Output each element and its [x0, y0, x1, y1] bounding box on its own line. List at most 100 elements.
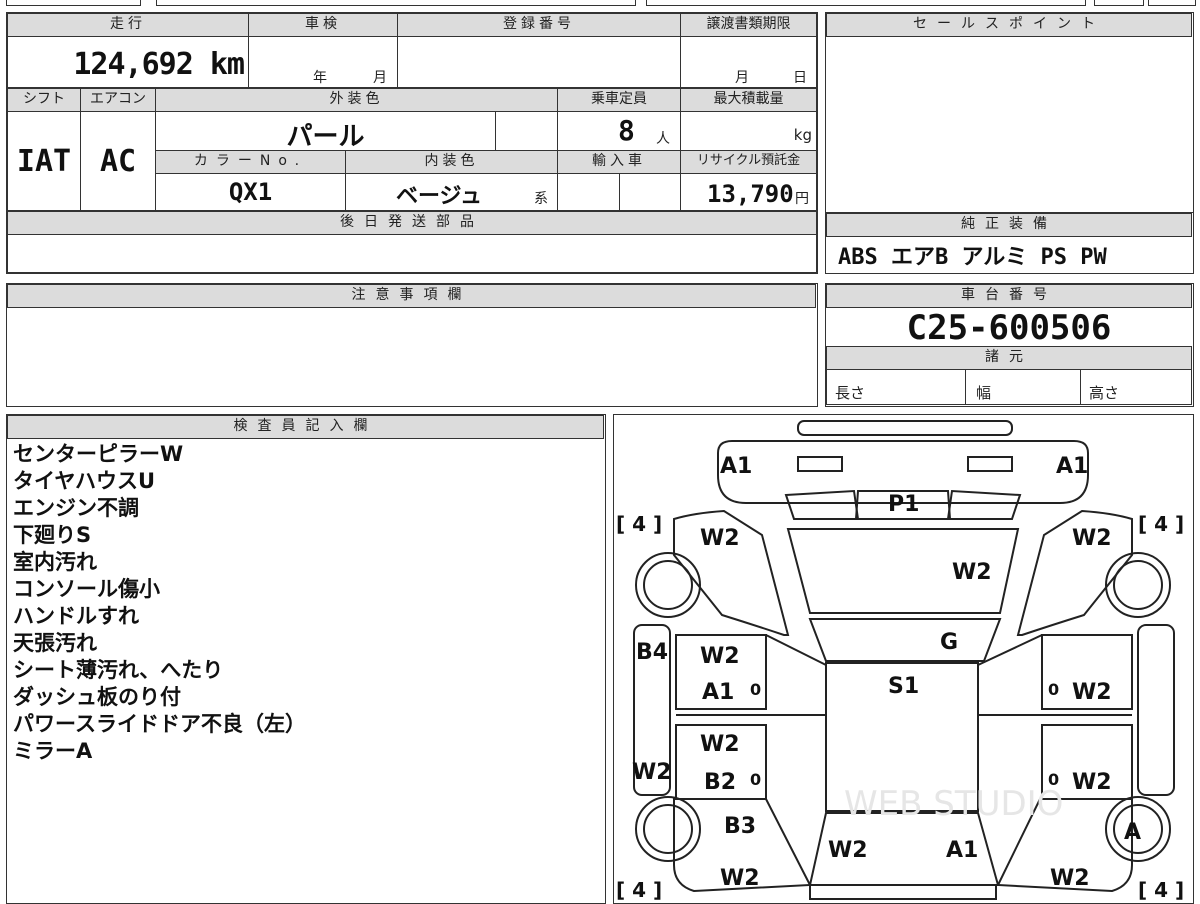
mark-door-right-rear: W2: [1072, 770, 1112, 795]
color-no-header: カラーNo.: [155, 150, 346, 174]
note-line: ミラーA: [13, 739, 93, 763]
sales-point-header: セールスポイント: [826, 13, 1192, 37]
recycle-value-cell: 13,790 円: [680, 173, 817, 211]
ac-header: エアコン: [80, 88, 156, 112]
max-load-header: 最大積載量: [680, 88, 817, 112]
length-cell: 長さ: [826, 369, 966, 405]
note-line: エンジン不調: [13, 496, 139, 520]
tire-tag-rear-right: [ 4 ]: [1138, 878, 1184, 902]
note-line: ハンドルすれ: [13, 604, 139, 628]
inspector-box: 検査員記入欄 センターピラーW タイヤハウスU エンジン不調 下廻りS 室内汚れ…: [6, 414, 606, 904]
caution-header: 注意事項欄: [7, 284, 816, 308]
max-load-value-cell: kg: [680, 111, 817, 151]
mark-rear-quarter-left: W2: [720, 866, 760, 891]
damage-diagram-box: WEB STUDIO A1 A1 P1 W2 W2 W2 G S1 W2 A1 …: [613, 414, 1194, 904]
mark-hood: P1: [888, 492, 919, 517]
tire-tag-rear-left: [ 4 ]: [616, 878, 662, 902]
top-strip: [6, 0, 1196, 8]
mark-rear-left: B3: [724, 814, 756, 839]
zero-mark: 0: [750, 770, 761, 789]
shift-value: IAT: [16, 144, 72, 179]
color-no-value: QX1: [228, 178, 273, 206]
caution-box: 注意事項欄: [6, 283, 818, 407]
height-cell: 高さ: [1080, 369, 1192, 405]
import-value-cell-1: [557, 173, 620, 211]
zero-mark: 0: [1048, 680, 1059, 699]
genuine-equipment-value: ABS エアB アルミ PS PW: [838, 245, 1107, 270]
note-line: ダッシュ板のり付: [13, 685, 181, 709]
later-parts-value-cell: [7, 234, 817, 273]
exterior-color-header: 外装色: [155, 88, 558, 112]
recycle-header: リサイクル預託金: [680, 150, 817, 174]
exterior-color-value: パール: [286, 122, 365, 152]
mark-front-right: A1: [1056, 454, 1088, 479]
note-line: センターピラーW: [13, 442, 184, 466]
transfer-deadline-value-cell: 月 日: [680, 36, 817, 88]
exterior-color-value-cell: パール: [155, 111, 496, 152]
mark-front-door-left-1: W2: [700, 644, 740, 669]
zero-mark: 0: [1048, 770, 1059, 789]
note-line: 天張汚れ: [13, 631, 97, 655]
mileage-value: 124,692 km: [73, 47, 245, 82]
specs-header: 諸元: [826, 346, 1192, 370]
registration-header: 登録番号: [397, 13, 681, 37]
genuine-equipment-header: 純正装備: [826, 213, 1192, 237]
car-diagram: WEB STUDIO A1 A1 P1 W2 W2 W2 G S1 W2 A1 …: [616, 420, 1184, 902]
mark-rear-door-left-2: B2: [704, 770, 736, 795]
diagram-watermark: WEB STUDIO: [844, 784, 1063, 824]
shift-value-cell: IAT: [7, 111, 81, 211]
mileage-header: 走行: [7, 13, 249, 37]
mileage-value-cell: 124,692 km: [7, 36, 249, 88]
mark-roof: S1: [888, 674, 919, 699]
note-line: シート薄汚れ、へたり: [13, 658, 224, 682]
import-header: 輸入車: [557, 150, 681, 174]
mark-door-right-front: W2: [1072, 680, 1112, 705]
vehicle-info-table: 走行 車検 登録番号 譲渡書類期限 124,692 km 年 月 月 日 シフト…: [6, 12, 818, 274]
interior-color-value-cell: ベージュ 系: [345, 173, 558, 211]
note-line: 下廻りS: [13, 523, 92, 547]
mark-wheel-rear-right: A: [1124, 820, 1141, 845]
capacity-value: 8: [618, 114, 635, 147]
note-line: 室内汚れ: [13, 550, 97, 574]
chassis-header: 車台番号: [826, 284, 1192, 308]
zero-mark: 0: [750, 680, 761, 699]
mark-front-fender-right-upper: W2: [1072, 526, 1112, 551]
mark-front-door-left-2: A1: [702, 680, 734, 705]
note-line: タイヤハウスU: [13, 469, 156, 493]
sales-point-box: セールスポイント: [825, 12, 1194, 213]
ac-value-cell: AC: [80, 111, 156, 211]
mark-rear-door-left-1: W2: [700, 732, 740, 757]
registration-value-cell: [397, 36, 681, 88]
shaken-value-cell: 年 月: [248, 36, 398, 88]
chassis-value: C25-600506: [906, 308, 1112, 348]
mark-front-fender-left-upper: W2: [700, 526, 740, 551]
note-line: コンソール傷小: [13, 577, 160, 601]
capacity-value-cell: 8 人: [557, 111, 681, 151]
mark-tailgate-left: W2: [828, 838, 868, 863]
ac-value: AC: [99, 144, 137, 179]
mark-pillar-left-top: B4: [636, 640, 668, 665]
tire-tag-front-right: [ 4 ]: [1138, 512, 1184, 536]
recycle-value: 13,790: [707, 180, 794, 208]
later-parts-header: 後日発送部品: [7, 211, 817, 235]
exterior-color-extra-cell: [495, 111, 558, 151]
width-cell: 幅: [965, 369, 1081, 405]
note-line: パワースライドドア不良（左）: [13, 712, 306, 736]
mark-front-left: A1: [720, 454, 752, 479]
genuine-equipment-box: 純正装備 ABS エアB アルミ PS PW: [825, 212, 1194, 274]
tire-tag-front-left: [ 4 ]: [616, 512, 662, 536]
mark-tailgate-right: A1: [946, 838, 978, 863]
shift-header: シフト: [7, 88, 81, 112]
mark-windshield: W2: [952, 560, 992, 585]
import-value-cell-2: [619, 173, 681, 211]
mark-rear-quarter-right: W2: [1050, 866, 1090, 891]
capacity-header: 乗車定員: [557, 88, 681, 112]
inspector-header: 検査員記入欄: [7, 415, 604, 439]
color-no-value-cell: QX1: [155, 173, 346, 211]
chassis-box: 車台番号 C25-600506 諸元 長さ 幅 高さ: [825, 283, 1194, 407]
mark-roof-front: G: [940, 630, 958, 655]
inspector-notes-list: センターピラーW タイヤハウスU エンジン不調 下廻りS 室内汚れ コンソール傷…: [13, 441, 593, 765]
mark-pillar-left-bottom: W2: [632, 760, 672, 785]
interior-color-header: 内装色: [345, 150, 558, 174]
transfer-deadline-header: 譲渡書類期限: [680, 13, 817, 37]
